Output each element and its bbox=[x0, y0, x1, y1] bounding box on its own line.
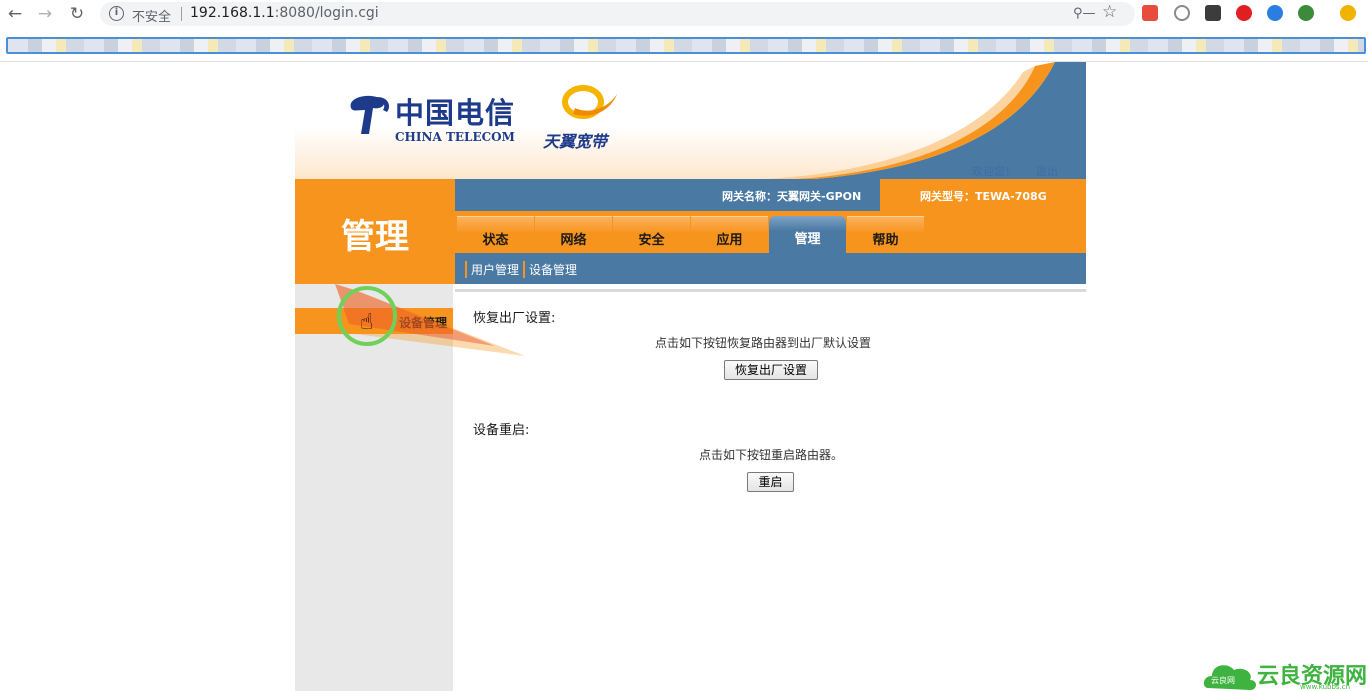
reboot-heading: 设备重启: bbox=[473, 423, 530, 438]
extension-dark-icon[interactable] bbox=[1205, 5, 1221, 21]
section-header-box: 管理 bbox=[295, 179, 455, 284]
info-icon[interactable]: i bbox=[109, 6, 124, 21]
url-host: 192.168.1.1 bbox=[190, 5, 275, 21]
address-separator bbox=[181, 7, 182, 21]
security-label: 不安全 bbox=[132, 10, 172, 25]
extension-red-icon[interactable] bbox=[1142, 5, 1158, 21]
forward-icon[interactable]: → bbox=[33, 3, 57, 25]
welcome-text: 欢迎您！ bbox=[972, 165, 1016, 178]
extension-circle-icon[interactable] bbox=[1174, 5, 1190, 21]
extension-green-icon[interactable] bbox=[1298, 5, 1314, 21]
watermark-badge: 云良网 bbox=[1211, 676, 1235, 685]
factory-reset-button[interactable]: 恢复出厂设置 bbox=[724, 360, 818, 380]
subnav-device-management[interactable]: 设备管理 bbox=[523, 261, 577, 278]
tab-management[interactable]: 管理 bbox=[769, 216, 846, 253]
brand-name-en: CHINA TELECOM bbox=[395, 130, 515, 144]
hand-cursor-icon: ☝ bbox=[360, 310, 374, 335]
tab-application[interactable]: 应用 bbox=[691, 216, 768, 253]
tianyi-logo-icon bbox=[562, 85, 617, 119]
browser-chrome: ← → ↻ i 不安全 192.168.1.1:8080/login.cgi ⚲… bbox=[0, 0, 1368, 62]
star-icon[interactable]: ☆ bbox=[1102, 2, 1117, 22]
url-path: :8080/login.cgi bbox=[274, 5, 379, 21]
gateway-name: 网关名称：天翼网关-GPON bbox=[722, 190, 862, 203]
watermark-url: www.kubbs.cn bbox=[1300, 683, 1351, 691]
brand-name-cn: 中国电信 bbox=[395, 96, 516, 130]
back-icon[interactable]: ← bbox=[3, 3, 27, 25]
gateway-info-bar: 网关名称：天翼网关-GPON 网关型号：TEWA-708G bbox=[455, 179, 1086, 211]
factory-reset-description: 点击如下按钮恢复路由器到出厂默认设置 bbox=[655, 336, 872, 350]
section-title: 管理 bbox=[341, 217, 409, 257]
reboot-button[interactable]: 重启 bbox=[747, 472, 794, 492]
router-admin-page: 中国电信 CHINA TELECOM 天翼宽带 欢迎您！ 退出 管理 网关名称：… bbox=[295, 62, 1086, 691]
bookmarks-bar[interactable] bbox=[6, 37, 1366, 54]
profile-avatar-icon[interactable] bbox=[1340, 5, 1356, 21]
extension-blue-icon[interactable] bbox=[1267, 5, 1283, 21]
tab-security[interactable]: 安全 bbox=[613, 216, 690, 253]
page-header: 中国电信 CHINA TELECOM 天翼宽带 欢迎您！ 退出 bbox=[295, 62, 1086, 179]
tab-network[interactable]: 网络 bbox=[535, 216, 612, 253]
main-content: 恢复出厂设置: 点击如下按钮恢复路由器到出厂默认设置 恢复出厂设置 设备重启: … bbox=[455, 294, 1086, 691]
reboot-description: 点击如下按钮重启路由器。 bbox=[699, 448, 844, 462]
key-icon[interactable]: ⚲— bbox=[1073, 6, 1096, 21]
content-divider bbox=[455, 289, 1086, 292]
main-tabs: 状态 网络 安全 应用 管理 帮助 bbox=[455, 211, 1086, 253]
factory-reset-heading: 恢复出厂设置: bbox=[473, 311, 556, 326]
gateway-model: 网关型号：TEWA-708G bbox=[920, 190, 1047, 203]
extension-opera-icon[interactable] bbox=[1236, 5, 1252, 21]
sub-brand-name: 天翼宽带 bbox=[543, 132, 608, 151]
tab-status[interactable]: 状态 bbox=[457, 216, 534, 253]
sub-navigation: 用户管理 设备管理 bbox=[455, 253, 1086, 284]
logout-link[interactable]: 退出 bbox=[1036, 163, 1058, 179]
reload-icon[interactable]: ↻ bbox=[65, 3, 89, 25]
address-bar[interactable]: i 不安全 192.168.1.1:8080/login.cgi bbox=[100, 2, 1135, 26]
tab-help[interactable]: 帮助 bbox=[847, 216, 924, 253]
url-text[interactable]: 192.168.1.1:8080/login.cgi bbox=[190, 5, 379, 21]
subnav-user-management[interactable]: 用户管理 bbox=[465, 261, 519, 278]
china-telecom-logo-icon bbox=[350, 95, 390, 134]
